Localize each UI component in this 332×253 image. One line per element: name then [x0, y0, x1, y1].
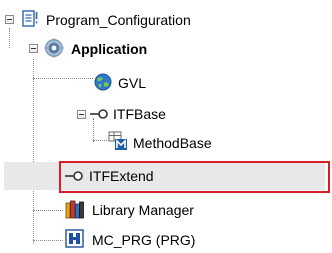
- tree-item-label: ITFBase: [113, 106, 166, 122]
- tree-item-label: MethodBase: [133, 135, 212, 151]
- project-tree: Program_Configuration Application GVL IT…: [0, 0, 332, 248]
- tree-item-label: Program_Configuration: [46, 12, 191, 28]
- tree-item-label: Application: [71, 41, 148, 57]
- tree-item-gvl[interactable]: GVL: [0, 70, 332, 96]
- collapse-toggle-icon[interactable]: [29, 44, 38, 53]
- tree-item-label: Library Manager: [92, 202, 194, 218]
- collapse-toggle-icon[interactable]: [5, 15, 14, 24]
- globe-variable-list-icon: [94, 73, 112, 91]
- interface-lollipop-icon: [90, 109, 108, 119]
- program-block-icon: [65, 229, 84, 248]
- tree-item-itfbase[interactable]: ITFBase: [0, 101, 332, 127]
- tree-item-program-configuration[interactable]: Program_Configuration: [0, 7, 332, 33]
- tree-item-mc-prg[interactable]: MC_PRG (PRG): [0, 227, 332, 253]
- collapse-toggle-icon[interactable]: [77, 110, 86, 119]
- books-icon: [65, 200, 84, 219]
- tree-item-label: GVL: [118, 75, 147, 91]
- gear-application-icon: [44, 38, 64, 58]
- tree-item-application[interactable]: Application: [0, 36, 332, 62]
- project-document-icon: [22, 10, 38, 27]
- tree-item-label: MC_PRG (PRG): [92, 232, 196, 248]
- method-icon: [108, 131, 127, 150]
- tree-item-methodbase[interactable]: MethodBase: [0, 130, 332, 156]
- tree-item-library-manager[interactable]: Library Manager: [0, 197, 332, 223]
- red-highlight-box: [59, 161, 330, 193]
